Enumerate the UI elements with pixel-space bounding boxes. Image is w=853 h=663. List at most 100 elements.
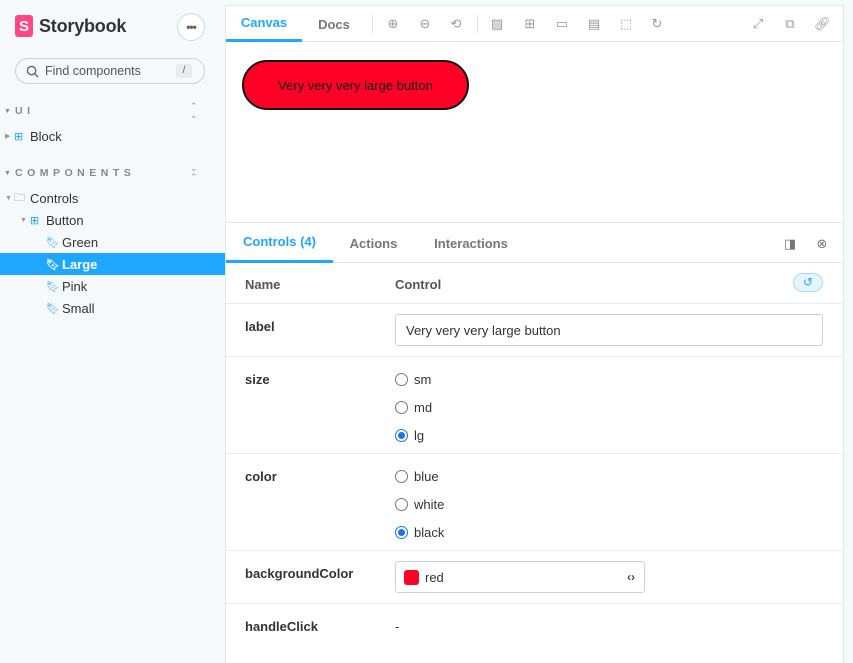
sidebar-item-pink[interactable]: 🔖︎ Pink: [0, 275, 225, 297]
color-value: red: [425, 569, 444, 585]
sidebar-item-label: Large: [62, 256, 98, 272]
radio-label: lg: [414, 428, 425, 443]
radio-label: black: [414, 525, 445, 540]
viewport-icon[interactable]: ▭: [554, 16, 570, 32]
sidebar-item-label: Pink: [62, 278, 88, 294]
sidebar-item-label: Green: [62, 234, 99, 250]
section-header-components[interactable]: ▼ COMPONENTS ⌄ ⌃: [0, 163, 225, 183]
toolbar-divider: [477, 15, 478, 33]
sidebar: S Storybook ••• / ▼ UI ⌃⌄ ▶ ⊞ Block ▼ CO…: [0, 0, 225, 663]
background-color-picker[interactable]: red ‹›: [395, 561, 645, 593]
tab-controls[interactable]: Controls (4): [226, 223, 333, 263]
tab-canvas[interactable]: Canvas: [226, 6, 302, 42]
tab-interactions[interactable]: Interactions: [414, 223, 528, 263]
size-option-sm[interactable]: sm: [395, 372, 431, 387]
component-icon: ⊞: [30, 214, 40, 227]
color-option-black[interactable]: black: [395, 525, 444, 540]
sidebar-item-button[interactable]: ▼ ⊞ Button: [0, 209, 225, 231]
sidebar-item-label: Block: [30, 128, 62, 144]
tab-actions[interactable]: Actions: [333, 223, 414, 263]
expand-all-icon[interactable]: ⌃ ⌄: [190, 102, 198, 120]
search-shortcut-badge: /: [176, 64, 192, 78]
search-input[interactable]: [45, 64, 170, 78]
control-row-background-color: backgroundColor red ‹›: [226, 551, 843, 604]
control-value: -: [395, 619, 400, 634]
brand-name: Storybook: [39, 15, 127, 36]
toolbar: Canvas Docs ⊕ ⊖ ⟲ ▨ ⊞ ▭ ▤ ⬚ ↻ ⤢ ⧉ 🔗︎: [226, 6, 843, 42]
preview-canvas: Very very very large button: [226, 42, 843, 222]
reset-controls-button[interactable]: ↺: [793, 273, 823, 292]
sidebar-item-large[interactable]: 🔖︎ Large: [0, 253, 225, 275]
large-button[interactable]: Very very very large button: [242, 60, 469, 110]
radio-button-checked[interactable]: [395, 526, 408, 539]
column-header-control: Control: [395, 277, 442, 292]
bookmark-icon: 🔖︎: [46, 236, 60, 249]
addons-panel: Controls (4) Actions Interactions ◨ ⊗ Na…: [226, 222, 843, 663]
size-option-lg[interactable]: lg: [395, 428, 424, 443]
grid-icon[interactable]: ⊞: [522, 16, 538, 32]
radio-label: sm: [414, 372, 432, 387]
main-area: Canvas Docs ⊕ ⊖ ⟲ ▨ ⊞ ▭ ▤ ⬚ ↻ ⤢ ⧉ 🔗︎ Ver…: [225, 5, 844, 663]
sidebar-item-block[interactable]: ▶ ⊞ Block: [0, 125, 225, 147]
search-icon: [26, 65, 39, 78]
close-panel-icon[interactable]: ⊗: [814, 236, 830, 252]
label-input[interactable]: [395, 314, 823, 346]
sidebar-item-green[interactable]: 🔖︎ Green: [0, 231, 225, 253]
caret-down-icon: ▼: [4, 107, 11, 115]
size-option-md[interactable]: md: [395, 400, 432, 415]
control-name: label: [245, 319, 275, 334]
radio-button[interactable]: [395, 373, 408, 386]
code-toggle-icon[interactable]: ‹›: [627, 570, 635, 584]
radio-button[interactable]: [395, 470, 408, 483]
zoom-reset-icon[interactable]: ⟲: [448, 16, 464, 32]
bookmark-icon: 🔖︎: [46, 280, 60, 293]
control-name: size: [245, 372, 270, 387]
open-new-tab-icon[interactable]: ⧉: [782, 16, 798, 32]
color-option-white[interactable]: white: [395, 497, 444, 512]
storybook-logo-icon: S: [15, 15, 33, 37]
outline-icon[interactable]: ⬚: [618, 16, 634, 32]
ellipsis-icon: •••: [186, 20, 197, 34]
control-row-label: label: [226, 304, 843, 357]
panel-orientation-icon[interactable]: ◨: [782, 236, 798, 252]
sidebar-item-label: Small: [62, 300, 95, 316]
color-swatch[interactable]: [404, 569, 419, 585]
toolbar-divider: [372, 15, 373, 33]
control-row-handle-click: handleClick -: [226, 604, 843, 663]
sidebar-item-label: Button: [46, 212, 84, 228]
sidebar-item-small[interactable]: 🔖︎ Small: [0, 297, 225, 319]
copy-link-icon[interactable]: 🔗︎: [814, 16, 831, 32]
radio-label: white: [414, 497, 445, 512]
controls-header-row: Name Control ↺: [226, 263, 843, 304]
sidebar-menu-button[interactable]: •••: [177, 13, 205, 41]
control-name: handleClick: [245, 619, 318, 634]
control-row-color: color blue white black: [226, 454, 843, 551]
control-name: color: [245, 469, 277, 484]
fullscreen-icon[interactable]: ⤢: [750, 16, 766, 32]
collapse-all-icon[interactable]: ⌄ ⌃: [190, 164, 198, 182]
radio-label: md: [414, 400, 433, 415]
sidebar-item-controls[interactable]: ▼ 🗀 Controls: [0, 187, 225, 209]
brand[interactable]: S Storybook: [15, 15, 126, 37]
component-icon: ⊞: [14, 130, 24, 143]
panel-tabs: Controls (4) Actions Interactions ◨ ⊗: [226, 223, 843, 263]
caret-down-icon: ▼: [5, 194, 12, 202]
background-icon[interactable]: ▨: [489, 16, 505, 32]
radio-button[interactable]: [395, 498, 408, 511]
section-title: UI: [15, 105, 35, 117]
zoom-out-icon[interactable]: ⊖: [417, 16, 433, 32]
folder-icon: 🗀: [14, 191, 25, 204]
section-header-ui[interactable]: ▼ UI ⌃ ⌄: [0, 101, 225, 121]
tab-docs[interactable]: Docs: [302, 6, 366, 42]
radio-button[interactable]: [395, 401, 408, 414]
color-option-blue[interactable]: blue: [395, 469, 439, 484]
section-title: COMPONENTS: [15, 167, 136, 179]
search-box[interactable]: /: [15, 58, 205, 84]
zoom-in-icon[interactable]: ⊕: [385, 16, 401, 32]
remount-icon[interactable]: ↻: [649, 16, 665, 32]
measure-icon[interactable]: ▤: [586, 16, 602, 32]
radio-button-checked[interactable]: [395, 429, 408, 442]
caret-right-icon: ▶: [5, 133, 11, 140]
radio-label: blue: [414, 469, 439, 484]
caret-down-icon: ▼: [4, 169, 11, 177]
